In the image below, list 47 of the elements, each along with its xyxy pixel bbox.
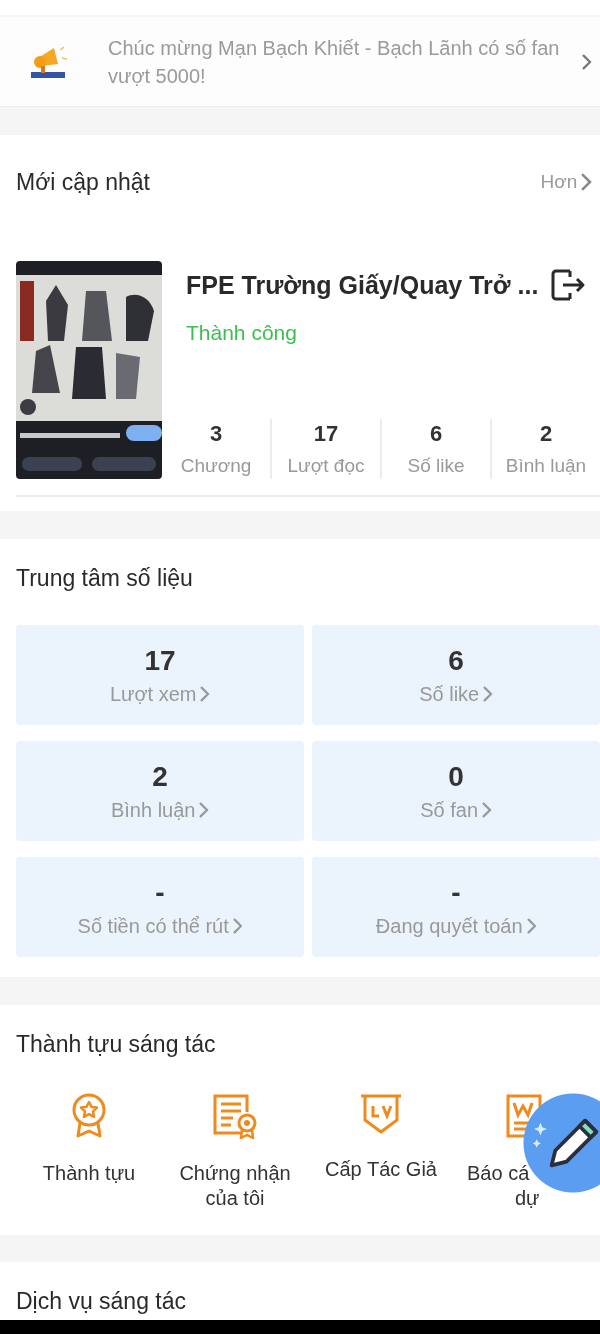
tile-value: 2 [152,760,168,793]
tile-link[interactable]: Lượt xem [109,682,211,706]
tile-value: 0 [448,760,464,793]
tile-link[interactable]: Số like [419,682,493,706]
stat-value: 17 [313,421,339,447]
tile-value: - [155,876,165,909]
certificate-icon[interactable] [211,1093,259,1139]
more-link[interactable]: Hơn [540,171,592,193]
stat-value: 2 [539,421,553,447]
stat-label: Bình luận [505,455,587,477]
chevron-icon [232,918,243,934]
stat-label: Số like [407,455,465,477]
chevron-icon [200,686,211,702]
tile-link[interactable]: Số fan [420,798,492,822]
achievement-label[interactable]: của tôi [205,1186,265,1211]
section-title: Trung tâm số liệu [16,564,193,592]
achievement-label[interactable]: Chứng nhận [179,1161,291,1186]
tile-link[interactable]: Số tiền có thể rút [77,914,243,938]
chevron-icon [199,802,210,818]
stat-label: Chương [180,455,252,477]
chevron-icon [581,173,592,191]
shield-icon[interactable] [359,1093,403,1135]
book-title[interactable]: FPE Trường Giấy/Quay Trở ... [186,270,539,300]
achievement-label[interactable]: Báo cá [467,1161,530,1186]
announcement-text: Chúc mừng Mạn Bạch Khiết - Bạch Lãnh có số fan vượt 5000! [108,35,561,89]
stat-label: Lượt đọc [287,455,365,477]
achievement-label[interactable]: Cấp Tác Giả [325,1157,437,1182]
tile-link[interactable]: Đang quyết toán [375,914,537,938]
chevron-icon [483,686,493,702]
chevron-icon [526,918,537,934]
tile-value: 17 [144,644,176,677]
status-text: Thành công [185,321,298,345]
tile-value: - [451,876,461,909]
section-title: Thành tựu sáng tác [16,1030,216,1058]
megaphone-icon [30,43,70,80]
chevron-icon [582,53,592,70]
section-title: Mới cập nhật [16,168,150,196]
tile-value: 6 [448,644,464,677]
announcement-banner[interactable]: Chúc mừng Mạn Bạch Khiết - Bạch Lãnh có số fan vượt 5000! [0,17,600,107]
chevron-icon [482,802,492,818]
achievement-label[interactable]: dự [515,1186,540,1211]
stat-value: 6 [429,421,443,447]
exit-icon[interactable] [550,269,587,301]
stat-value: 3 [209,421,223,447]
section-title: Dịch vụ sáng tác [16,1288,187,1315]
achievement-label[interactable]: Thành tựu [42,1161,136,1186]
tile-link[interactable]: Bình luận [110,798,210,822]
